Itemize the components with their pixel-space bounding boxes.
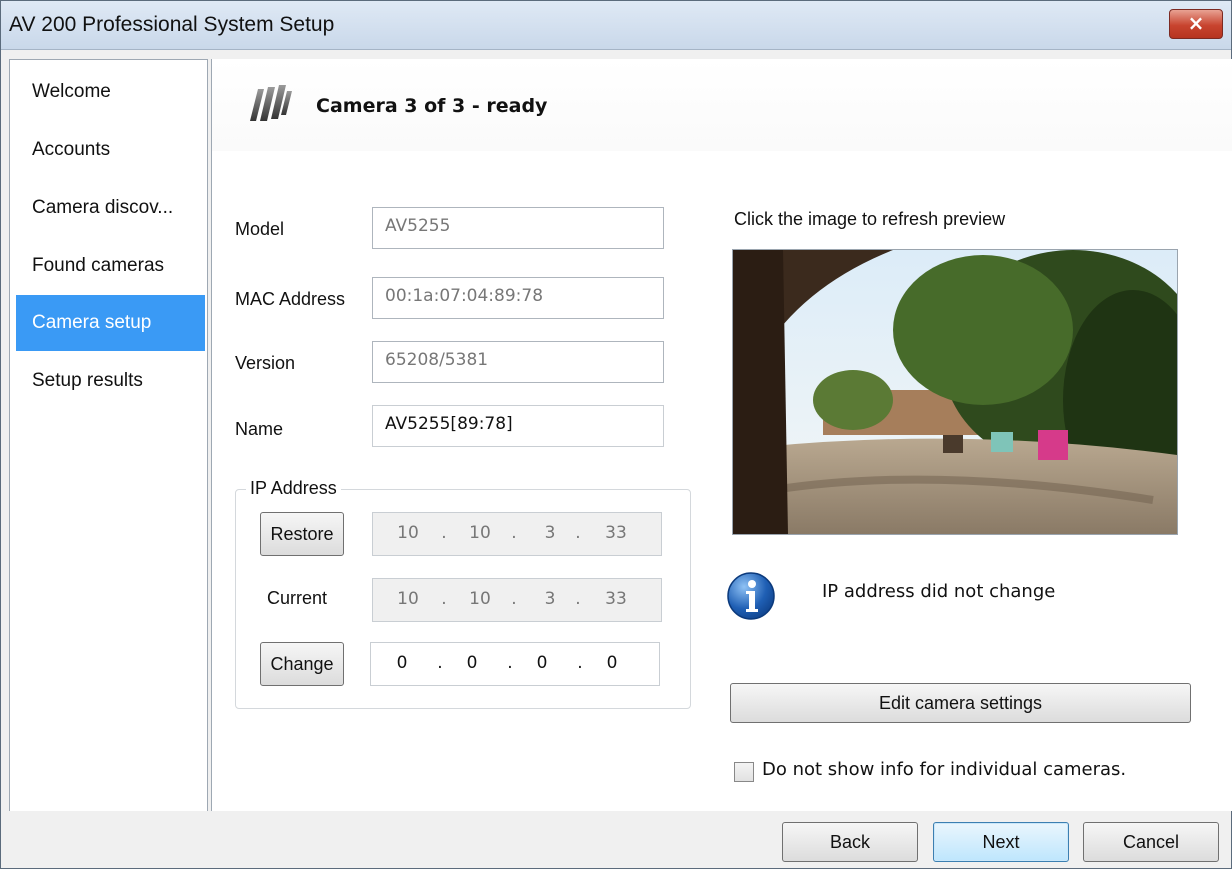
preview-caption: Click the image to refresh preview <box>734 209 1006 229</box>
version-label: Version <box>235 353 296 373</box>
footer-bar: Back Next Cancel <box>1 811 1231 868</box>
info-icon <box>727 572 775 620</box>
mac-field: 00:1a:07:04:89:78 <box>372 277 664 319</box>
ip-octet: 10 <box>469 523 491 543</box>
close-button[interactable]: × <box>1169 9 1223 39</box>
setup-window: AV 200 Professional System Setup × Welco… <box>0 0 1232 869</box>
ip-octet[interactable]: 0 <box>591 653 633 673</box>
name-input[interactable]: AV5255[89:78] <box>372 405 664 447</box>
nav-item-camera-setup[interactable]: Camera setup <box>16 295 205 351</box>
wizard-nav: Welcome Accounts Camera discov... Found … <box>9 59 208 813</box>
info-message: IP address did not change <box>822 581 1056 602</box>
change-button[interactable]: Change <box>260 642 344 686</box>
current-label: Current <box>267 588 328 608</box>
model-label: Model <box>235 219 285 239</box>
edit-camera-settings-button[interactable]: Edit camera settings <box>730 683 1191 723</box>
ip-octet[interactable]: 0 <box>521 653 563 673</box>
nav-item-accounts[interactable]: Accounts <box>16 122 205 178</box>
ip-octet: 33 <box>605 523 627 543</box>
hide-info-checkbox[interactable] <box>734 762 754 782</box>
nav-item-found-cameras[interactable]: Found cameras <box>16 238 205 294</box>
next-button[interactable]: Next <box>933 822 1069 862</box>
ip-octet: 10 <box>397 523 419 543</box>
name-label: Name <box>235 419 284 439</box>
cancel-button[interactable]: Cancel <box>1083 822 1219 862</box>
mac-label: MAC Address <box>235 289 346 309</box>
nav-item-welcome[interactable]: Welcome <box>16 64 205 120</box>
ip-octet: 33 <box>605 589 627 609</box>
ip-octet[interactable]: 0 <box>381 653 423 673</box>
camera-preview-image[interactable] <box>732 249 1178 535</box>
close-icon: × <box>1187 11 1205 35</box>
camera-preview-scene <box>733 250 1177 534</box>
model-field: AV5255 <box>372 207 664 249</box>
content-pane: Camera 3 of 3 - ready Model AV5255 MAC A… <box>211 59 1232 811</box>
new-ip-input[interactable]: 0 . 0 . 0 . 0 <box>370 642 660 686</box>
restore-ip-field: 10 . 10 . 3 . 33 <box>372 512 662 556</box>
title-bar[interactable]: AV 200 Professional System Setup × <box>1 1 1231 50</box>
nav-item-camera-discovery[interactable]: Camera discov... <box>16 180 205 236</box>
ip-address-group: IP Address Restore 10 . 10 . 3 . 33 Curr… <box>235 478 691 709</box>
current-ip-field: 10 . 10 . 3 . 33 <box>372 578 662 622</box>
ip-octet: 3 <box>544 589 556 609</box>
restore-button[interactable]: Restore <box>260 512 344 556</box>
brand-logo-icon <box>250 85 292 121</box>
ip-octet: 10 <box>397 589 419 609</box>
window-title: AV 200 Professional System Setup <box>9 13 335 36</box>
ip-group-title: IP Address <box>246 478 341 499</box>
ip-octet: 10 <box>469 589 491 609</box>
ip-octet[interactable]: 0 <box>451 653 493 673</box>
back-button[interactable]: Back <box>782 822 918 862</box>
page-header: Camera 3 of 3 - ready <box>212 59 1232 151</box>
version-field: 65208/5381 <box>372 341 664 383</box>
ip-octet: 3 <box>544 523 556 543</box>
page-title: Camera 3 of 3 - ready <box>316 95 548 117</box>
nav-item-setup-results[interactable]: Setup results <box>16 353 205 409</box>
hide-info-checkbox-label[interactable]: Do not show info for individual cameras. <box>762 759 1126 780</box>
